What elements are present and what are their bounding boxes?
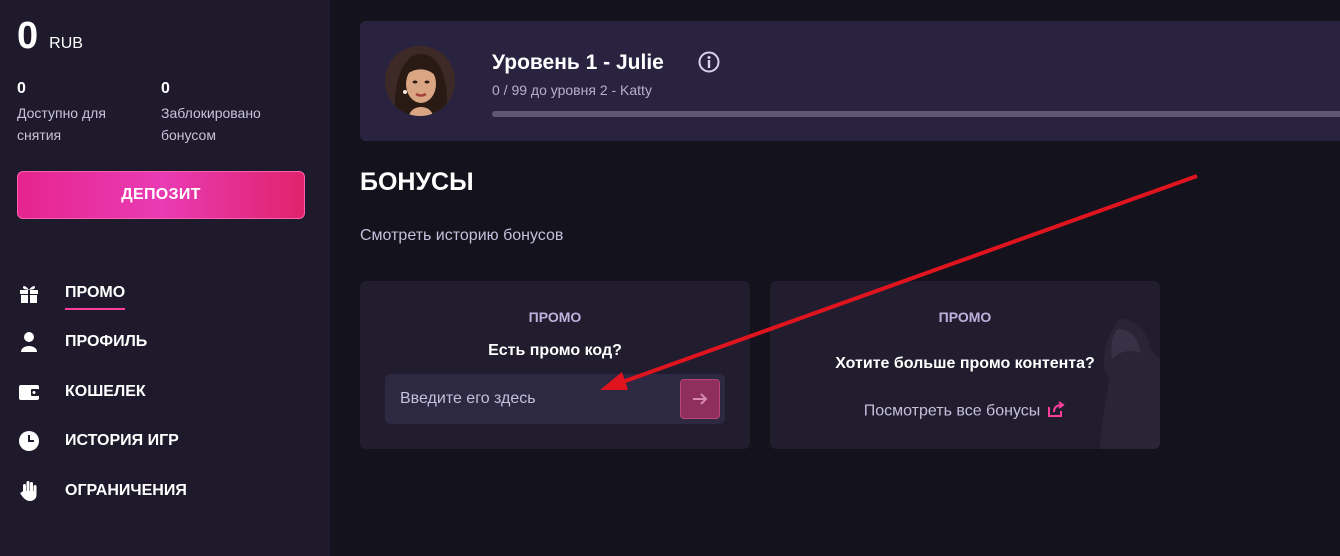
withdrawable-stat: 0 Доступно для снятия [17, 80, 106, 146]
balance-amount: 0 [17, 15, 39, 57]
sidebar-item-label: Промо [65, 283, 126, 310]
sidebar-item-label: Кошелек [65, 382, 146, 400]
sidebar-item-profile[interactable]: Профиль [17, 318, 187, 368]
sidebar-item-label: Профиль [65, 333, 148, 351]
promo-code-input[interactable] [385, 374, 675, 424]
card-question: Хотите больше промо контента? [835, 355, 1095, 372]
withdrawable-label: Доступно для снятия [17, 102, 106, 146]
hooded-figure-image [1100, 319, 1160, 449]
level-progress-bar [492, 111, 1340, 117]
sidebar-nav: Промо Профиль Кошелек История игр Ограни… [17, 268, 187, 516]
promo-content-card: ПРОМО Хотите больше промо контента? Посм… [770, 281, 1160, 449]
info-icon[interactable] [698, 51, 720, 73]
bonus-locked-value: 0 [161, 80, 170, 97]
page-title: Бонусы [360, 168, 474, 196]
withdrawable-label-line1: Доступно для [17, 105, 106, 121]
sidebar: 0 RUB 0 Доступно для снятия 0 Заблокиров… [0, 0, 330, 556]
level-title: Уровень 1 - Julie [492, 51, 664, 74]
clock-icon [17, 429, 41, 453]
withdrawable-value: 0 [17, 80, 26, 97]
sidebar-item-label: История игр [65, 432, 179, 450]
card-tag: ПРОМО [528, 309, 582, 325]
wallet-icon [17, 380, 41, 404]
bonus-history-link[interactable]: Смотреть историю бонусов [360, 227, 563, 245]
bonus-locked-label-line1: Заблокировано [161, 105, 261, 121]
sidebar-item-wallet[interactable]: Кошелек [17, 367, 187, 417]
promo-code-card: ПРОМО Есть промо код? [360, 281, 750, 449]
sidebar-item-game-history[interactable]: История игр [17, 417, 187, 467]
card-tag: ПРОМО [938, 309, 992, 325]
bonus-locked-label: Заблокировано бонусом [161, 102, 261, 146]
external-link-icon [1048, 401, 1066, 422]
gift-icon [17, 281, 41, 305]
bonus-locked-label-line2: бонусом [161, 127, 216, 143]
deposit-button[interactable]: Депозит [17, 171, 305, 219]
balance-currency: RUB [49, 35, 83, 52]
promo-code-field [385, 374, 725, 424]
sidebar-item-label: Ограничения [65, 481, 187, 499]
level-card: Уровень 1 - Julie 0 / 99 до уровня 2 - K… [360, 21, 1340, 141]
arrow-right-icon [693, 393, 708, 405]
balance: 0 RUB [17, 14, 83, 58]
withdrawable-label-line2: снятия [17, 127, 62, 143]
bonus-locked-stat: 0 Заблокировано бонусом [161, 80, 261, 146]
level-progress-text: 0 / 99 до уровня 2 - Katty [492, 82, 652, 98]
hand-icon [17, 479, 41, 503]
user-icon [17, 330, 41, 354]
sidebar-item-promo[interactable]: Промо [17, 268, 187, 318]
promo-submit-button[interactable] [680, 379, 720, 419]
all-bonuses-link-label: Посмотреть все бонусы [863, 402, 1041, 420]
avatar [385, 46, 455, 116]
sidebar-item-limits[interactable]: Ограничения [17, 466, 187, 516]
all-bonuses-link[interactable]: Посмотреть все бонусы [770, 401, 1160, 422]
card-question: Есть промо код? [488, 342, 622, 359]
